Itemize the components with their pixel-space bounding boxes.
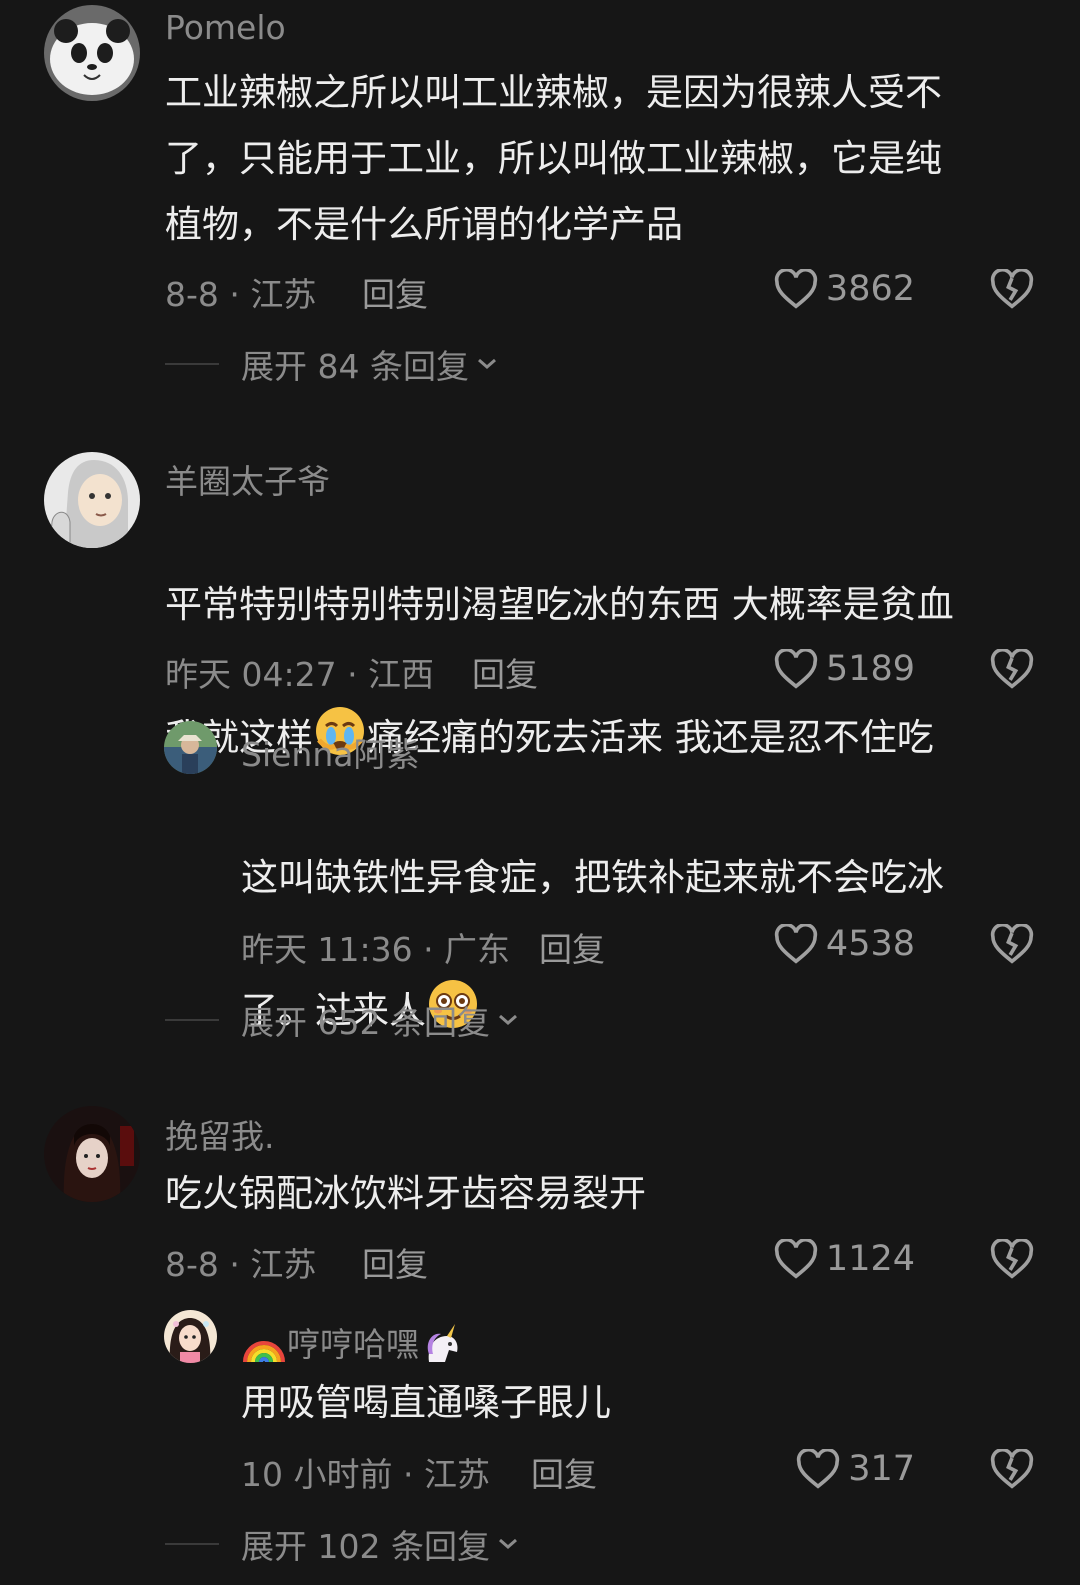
divider-line <box>165 1019 219 1021</box>
avatar[interactable] <box>164 1310 217 1363</box>
like-count: 5189 <box>825 649 915 689</box>
broken-heart-icon <box>990 269 1034 309</box>
heart-outline-icon <box>774 1239 818 1279</box>
like-button[interactable]: 317 <box>796 1446 915 1492</box>
expand-replies-label: 展开 84 条回复 <box>241 347 469 386</box>
reply-button[interactable]: 回复 <box>531 1448 597 1496</box>
comment-text-line: 平常特别特别特别渴望吃冰的东西 大概率是贫血 <box>165 583 954 626</box>
dislike-button[interactable] <box>990 1236 1034 1282</box>
expand-replies-label: 展开 102 条回复 <box>241 1527 490 1566</box>
comment-text-line: 这叫缺铁性异食症，把铁补起来就不会吃冰 <box>241 856 944 899</box>
avatar[interactable] <box>44 1106 140 1202</box>
comment-meta: 昨天 04:27 · 江西 <box>165 655 435 694</box>
like-button[interactable]: 5189 <box>774 646 915 692</box>
avatar[interactable] <box>44 452 140 548</box>
broken-heart-icon <box>990 924 1034 964</box>
comment-meta: 8-8 · 江苏 <box>165 275 317 314</box>
like-button[interactable]: 1124 <box>774 1236 915 1282</box>
comment-text: 用吸管喝直通嗓子眼儿 <box>241 1381 611 1424</box>
reply-button[interactable]: 回复 <box>539 923 605 971</box>
like-count: 4538 <box>825 924 915 964</box>
comment-meta: 昨天 11:36 · 广东 <box>241 930 511 969</box>
unicorn-emoji-icon <box>427 1324 458 1362</box>
expand-replies-button[interactable]: 展开 84 条回复 <box>165 340 499 388</box>
chevron-down-icon <box>498 1014 517 1025</box>
heart-outline-icon <box>774 924 818 964</box>
avatar[interactable] <box>164 721 217 774</box>
avatar[interactable] <box>44 5 140 101</box>
comment-meta: 8-8 · 江苏 <box>165 1245 317 1284</box>
broken-heart-icon <box>990 1239 1034 1279</box>
username[interactable]: Sienna阿紫 <box>241 728 419 776</box>
comment-text: 工业辣椒之所以叫工业辣椒，是因为很辣人受不 了，只能用于工业，所以叫做工业辣椒，… <box>165 71 942 246</box>
like-button[interactable]: 4538 <box>774 921 915 967</box>
like-button[interactable]: 3862 <box>774 266 915 312</box>
like-count: 1124 <box>825 1239 915 1279</box>
comment-text: 吃火锅配冰饮料牙齿容易裂开 <box>165 1172 646 1215</box>
username[interactable]: 挽留我. <box>165 1110 275 1158</box>
expand-replies-button[interactable]: 展开 102 条回复 <box>165 1520 520 1568</box>
reply-button[interactable]: 回复 <box>472 648 538 696</box>
heart-outline-icon <box>774 269 818 309</box>
reply-button[interactable]: 回复 <box>362 1238 428 1286</box>
like-count: 3862 <box>825 269 915 309</box>
broken-heart-icon <box>990 649 1034 689</box>
divider-line <box>165 1543 219 1545</box>
expand-replies-label: 展开 652 条回复 <box>241 1003 490 1042</box>
comment-text-segment: 痛经痛的死去活来 我还是忍不住吃 <box>367 716 934 759</box>
broken-heart-icon <box>990 1449 1034 1489</box>
heart-outline-icon <box>774 649 818 689</box>
expand-replies-button[interactable]: 展开 652 条回复 <box>165 996 520 1044</box>
username[interactable]: 羊圈太子爷 <box>165 455 330 503</box>
divider-line <box>165 363 219 365</box>
rainbow-emoji-icon <box>243 1341 285 1363</box>
dislike-button[interactable] <box>990 266 1034 312</box>
chevron-down-icon <box>498 1538 517 1549</box>
comment-meta: 10 小时前 · 江苏 <box>241 1455 490 1494</box>
reply-button[interactable]: 回复 <box>362 268 428 316</box>
username-text: 哼哼哈嘿 <box>287 1325 419 1364</box>
dislike-button[interactable] <box>990 921 1034 967</box>
username[interactable]: Pomelo <box>165 8 286 47</box>
dislike-button[interactable] <box>990 1446 1034 1492</box>
heart-outline-icon <box>797 1449 840 1489</box>
like-count: 317 <box>848 1449 915 1489</box>
dislike-button[interactable] <box>990 646 1034 692</box>
chevron-down-icon <box>477 358 496 369</box>
username[interactable]: 哼哼哈嘿 <box>241 1318 463 1366</box>
